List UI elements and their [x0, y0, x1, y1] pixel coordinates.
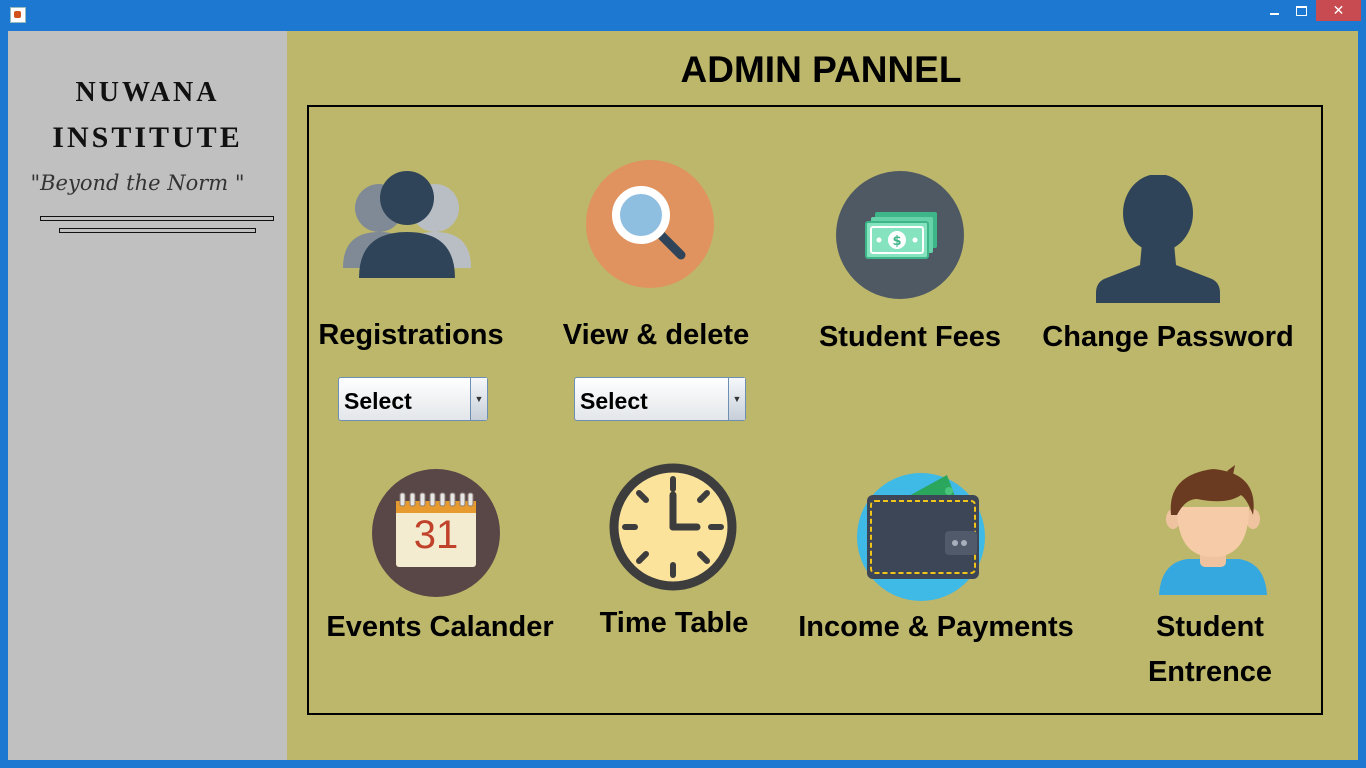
events-calendar-label[interactable]: Events Calander — [317, 611, 563, 644]
maximize-icon — [1295, 6, 1307, 16]
chevron-down-icon: ▼ — [470, 378, 487, 420]
minimize-icon — [1269, 13, 1279, 15]
time-table-label[interactable]: Time Table — [591, 607, 757, 640]
chevron-down-icon: ▼ — [728, 378, 745, 420]
maximize-button[interactable] — [1288, 0, 1314, 22]
view-delete-label[interactable]: View & delete — [556, 319, 756, 352]
admin-window-content: NUWANA INSTITUTE "Beyond the Norm " ADMI… — [8, 31, 1358, 760]
registrations-select[interactable]: Select ▼ — [338, 377, 488, 421]
institute-name-line2: INSTITUTE — [52, 121, 243, 154]
calendar-day-number: 31 — [413, 513, 459, 557]
svg-text:$: $ — [892, 234, 901, 249]
search-icon[interactable] — [585, 159, 715, 289]
change-password-label[interactable]: Change Password — [1033, 321, 1303, 354]
divider-bottom — [59, 228, 256, 233]
window-titlebar: ✕ — [0, 0, 1366, 30]
close-button[interactable]: ✕ — [1316, 0, 1361, 21]
student-entrance-label-line1[interactable]: Student — [1140, 611, 1280, 644]
sidebar: NUWANA INSTITUTE "Beyond the Norm " — [8, 31, 287, 760]
registrations-label[interactable]: Registrations — [313, 319, 509, 352]
income-payments-label[interactable]: Income & Payments — [791, 611, 1081, 644]
money-icon[interactable]: $ — [835, 170, 965, 300]
student-fees-label[interactable]: Student Fees — [806, 321, 1014, 354]
close-icon: ✕ — [1332, 2, 1345, 19]
institute-tagline: "Beyond the Norm " — [30, 171, 245, 195]
clock-icon[interactable] — [609, 463, 737, 591]
user-silhouette-icon[interactable] — [1092, 175, 1224, 305]
student-avatar-icon[interactable] — [1157, 465, 1269, 597]
users-icon[interactable] — [341, 168, 473, 280]
java-app-icon — [10, 7, 26, 23]
divider-top — [40, 216, 274, 221]
registrations-select-value: Select — [344, 388, 412, 414]
institute-name-line1: NUWANA — [75, 77, 220, 108]
student-entrance-label-line2[interactable]: Entrence — [1140, 656, 1280, 689]
page-title: ADMIN PANNEL — [680, 49, 962, 90]
view-delete-select[interactable]: Select ▼ — [574, 377, 746, 421]
wallet-icon[interactable] — [855, 471, 987, 603]
minimize-button[interactable] — [1260, 0, 1288, 22]
view-delete-select-value: Select — [580, 388, 648, 414]
